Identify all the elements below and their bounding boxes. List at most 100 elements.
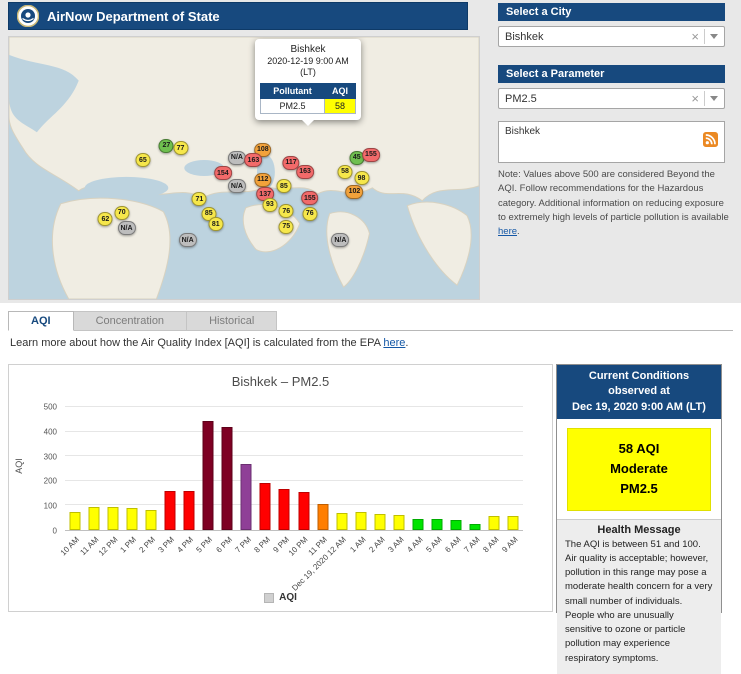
select-city-header: Select a City bbox=[498, 3, 725, 21]
note-link[interactable]: here bbox=[498, 226, 517, 237]
map-aqi-marker[interactable]: 76 bbox=[302, 207, 317, 221]
map-aqi-marker[interactable]: N/A bbox=[331, 233, 349, 247]
tab-aqi[interactable]: AQI bbox=[8, 311, 74, 331]
map-aqi-marker[interactable]: 71 bbox=[192, 192, 207, 206]
chart-x-tick-label: 12 PM bbox=[96, 535, 119, 558]
map-aqi-marker[interactable]: 163 bbox=[245, 153, 263, 167]
rss-box: Bishkek bbox=[498, 121, 725, 163]
map-aqi-marker[interactable]: 163 bbox=[296, 165, 314, 179]
chart-bar[interactable] bbox=[145, 510, 156, 530]
map-aqi-marker[interactable]: N/A bbox=[228, 151, 246, 165]
chart-x-tick-label: 3 PM bbox=[157, 535, 177, 555]
chart-y-tick-label: 300 bbox=[44, 452, 57, 461]
learn-more-text: Learn more about how the Air Quality Ind… bbox=[10, 337, 408, 349]
chart-bar[interactable] bbox=[432, 519, 443, 530]
chart-bar[interactable] bbox=[508, 516, 519, 530]
chart-bar[interactable] bbox=[413, 519, 424, 530]
map-aqi-marker[interactable]: 62 bbox=[98, 212, 113, 226]
chart-bar[interactable] bbox=[88, 507, 99, 530]
chevron-down-icon[interactable] bbox=[710, 34, 718, 43]
chart-x-tick-label: 7 AM bbox=[462, 535, 481, 554]
aqi-summary-box: 58 AQI Moderate PM2.5 bbox=[567, 428, 711, 510]
chart-x-tick-label: 4 AM bbox=[405, 535, 424, 554]
map-aqi-marker[interactable]: 155 bbox=[301, 191, 319, 205]
aqi-map[interactable]: 652777N/A154108163112137N/A9311716315585… bbox=[8, 36, 480, 300]
current-conditions-panel: Current Conditions observed at Dec 19, 2… bbox=[556, 364, 722, 613]
popup-city: Bishkek bbox=[260, 44, 356, 55]
rss-icon[interactable] bbox=[703, 132, 718, 152]
popup-datetime: 2020-12-19 9:00 AM (LT) bbox=[260, 56, 356, 79]
health-message-title: Health Message bbox=[557, 524, 721, 536]
chart-bar[interactable] bbox=[260, 483, 271, 530]
chart-x-tick-label: 6 PM bbox=[214, 535, 234, 555]
map-aqi-marker[interactable]: 27 bbox=[159, 139, 174, 153]
chart-x-tick-label: 8 PM bbox=[252, 535, 272, 555]
chart-bar[interactable] bbox=[107, 507, 118, 530]
city-select[interactable]: Bishkek × bbox=[498, 26, 725, 47]
note-text: Note: Values above 500 are considered Be… bbox=[498, 168, 729, 239]
health-message-section: Health Message The AQI is between 51 and… bbox=[557, 519, 721, 674]
chart-gridline bbox=[65, 504, 523, 505]
chart-bar[interactable] bbox=[279, 489, 290, 530]
map-aqi-marker[interactable]: 65 bbox=[135, 153, 150, 167]
map-aqi-marker[interactable]: 76 bbox=[279, 204, 294, 218]
chart-bar[interactable] bbox=[374, 514, 385, 530]
clear-parameter-icon[interactable]: × bbox=[691, 92, 699, 105]
map-aqi-marker[interactable]: 112 bbox=[254, 173, 271, 187]
chart-gridline bbox=[65, 406, 523, 407]
map-aqi-marker[interactable]: 77 bbox=[173, 141, 188, 155]
map-aqi-marker[interactable]: 81 bbox=[208, 217, 223, 231]
select-divider bbox=[704, 29, 705, 44]
chart-bar[interactable] bbox=[241, 464, 252, 530]
chart-bar[interactable] bbox=[355, 512, 366, 530]
chevron-down-icon[interactable] bbox=[710, 96, 718, 105]
chart-bar[interactable] bbox=[164, 491, 175, 530]
map-aqi-marker[interactable]: 85 bbox=[276, 179, 291, 193]
chart-x-tick-label: 11 AM bbox=[78, 535, 100, 557]
note-before: Note: Values above 500 are considered Be… bbox=[498, 169, 729, 223]
map-aqi-marker[interactable]: N/A bbox=[228, 179, 246, 193]
state-department-seal-icon bbox=[17, 5, 39, 27]
current-conditions-header: Current Conditions observed at Dec 19, 2… bbox=[557, 365, 721, 419]
chart-bar[interactable] bbox=[222, 427, 233, 530]
parameter-select[interactable]: PM2.5 × bbox=[498, 88, 725, 109]
map-aqi-marker[interactable]: 155 bbox=[362, 148, 380, 162]
note-after: . bbox=[517, 226, 520, 237]
map-aqi-marker[interactable]: N/A bbox=[117, 221, 135, 235]
aqi-parameter: PM2.5 bbox=[570, 479, 708, 499]
chart-y-axis-title: AQI bbox=[14, 458, 24, 474]
legend-label: AQI bbox=[279, 592, 297, 603]
chart-x-tick-label: 5 PM bbox=[195, 535, 215, 555]
chart-bar[interactable] bbox=[470, 524, 481, 530]
map-aqi-marker[interactable]: 75 bbox=[279, 220, 294, 234]
chart-bar[interactable] bbox=[203, 421, 214, 530]
chart-yaxis: 0100200300400500 bbox=[29, 407, 61, 531]
chart-bar[interactable] bbox=[393, 515, 404, 530]
chart-bar[interactable] bbox=[126, 508, 137, 530]
chart-bar[interactable] bbox=[298, 492, 309, 530]
map-aqi-marker[interactable]: 58 bbox=[338, 165, 353, 179]
map-aqi-marker[interactable]: 70 bbox=[114, 206, 129, 220]
map-aqi-marker[interactable]: 154 bbox=[214, 166, 232, 180]
learn-more-before: Learn more about how the Air Quality Ind… bbox=[10, 337, 383, 349]
learn-more-link[interactable]: here bbox=[383, 337, 405, 349]
map-aqi-marker[interactable]: 98 bbox=[354, 171, 369, 185]
chart-bar[interactable] bbox=[317, 504, 328, 530]
chart-x-tick-label: 5 AM bbox=[424, 535, 443, 554]
tab-concentration[interactable]: Concentration bbox=[74, 311, 188, 331]
map-aqi-marker[interactable]: 93 bbox=[262, 198, 277, 212]
clear-city-icon[interactable]: × bbox=[691, 30, 699, 43]
chart-legend[interactable]: AQI bbox=[9, 592, 552, 603]
chart-plot bbox=[65, 407, 523, 531]
map-aqi-marker[interactable]: 102 bbox=[346, 185, 364, 199]
chart-y-tick-label: 0 bbox=[53, 527, 57, 536]
chart-bar[interactable] bbox=[336, 513, 347, 530]
map-aqi-marker[interactable]: N/A bbox=[179, 233, 197, 247]
tab-historical[interactable]: Historical bbox=[187, 311, 277, 331]
aqi-category: Moderate bbox=[570, 459, 708, 479]
chart-bar[interactable] bbox=[489, 516, 500, 530]
chart-bar[interactable] bbox=[69, 512, 80, 530]
chart-x-tick-label: 1 PM bbox=[119, 535, 139, 555]
chart-bar[interactable] bbox=[184, 491, 195, 530]
chart-bar[interactable] bbox=[451, 520, 462, 530]
